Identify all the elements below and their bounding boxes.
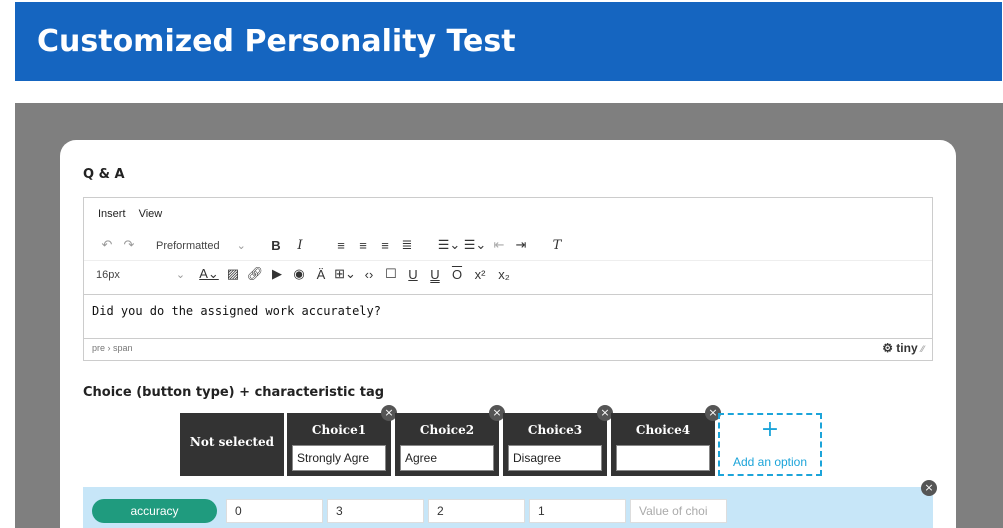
page-title: Customized Personality Test <box>37 24 516 59</box>
choice-section-label: Choice (button type) + characteristic ta… <box>83 385 385 400</box>
rich-text-editor: Insert View ↶ ↷ Preformatted ⌄ B I ≡ ≡ ≡… <box>83 197 933 361</box>
close-icon: × <box>600 406 610 419</box>
align-right-icon[interactable]: ≡ <box>374 238 396 253</box>
choice-value-input[interactable]: Agree <box>400 445 494 471</box>
toolbar-row-1: ↶ ↷ Preformatted ⌄ B I ≡ ≡ ≡ ≣ ☰⌄ ☰⌄ ⇤ ⇥… <box>84 232 932 258</box>
font-size-select[interactable]: 16px ⌄ <box>96 268 196 281</box>
tag-value-input[interactable]: 3 <box>327 499 424 523</box>
choice-3[interactable]: Choice3 Disagree <box>503 413 607 476</box>
choice-name: Choice1 <box>311 423 367 437</box>
resize-handle-icon[interactable]: ⁄⁄ <box>921 344 924 354</box>
editor-content[interactable]: Did you do the assigned work accurately? <box>92 304 381 318</box>
toolbar-row-2: 16px ⌄ A⌄ ▨ 🔗︎ ▶ ◉ Ä ⊞⌄ ‹› ☐ U U O x² x₂ <box>84 261 932 287</box>
tag-value-input[interactable]: 1 <box>529 499 626 523</box>
close-icon: × <box>924 481 934 494</box>
media-icon[interactable]: ▶ <box>266 266 288 282</box>
tiny-logo[interactable]: ⚙ tiny ⁄⁄ <box>882 341 924 355</box>
font-size-value: 16px <box>96 268 120 281</box>
bullet-list-icon[interactable]: ☰⌄ <box>436 237 462 253</box>
tiny-logo-text: tiny <box>896 341 918 355</box>
remove-tag-row-button[interactable]: × <box>921 480 937 496</box>
choice-2[interactable]: Choice2 Agree <box>395 413 499 476</box>
tag-value-input[interactable]: 0 <box>226 499 323 523</box>
format-select-value: Preformatted <box>156 239 220 252</box>
underline-icon[interactable]: U <box>402 267 424 282</box>
chevron-down-icon: ⌄ <box>175 268 186 281</box>
close-icon: × <box>492 406 502 419</box>
align-left-icon[interactable]: ≡ <box>330 238 352 253</box>
indent-icon[interactable]: ⇥ <box>510 237 532 253</box>
tag-value-input[interactable]: 2 <box>428 499 525 523</box>
choice-1[interactable]: Choice1 Strongly Agre <box>287 413 391 476</box>
qa-label: Q & A <box>83 167 125 182</box>
close-icon: × <box>384 406 394 419</box>
choice-value-input[interactable]: Disagree <box>508 445 602 471</box>
double-underline-icon[interactable]: U <box>424 267 446 282</box>
link-icon[interactable]: 🔗︎ <box>244 266 266 282</box>
text-color-icon[interactable]: A⌄ <box>196 266 222 282</box>
chevron-down-icon: ⌄ <box>236 239 246 252</box>
choice-4[interactable]: Choice4 <box>611 413 715 476</box>
image-icon[interactable]: ▨ <box>222 266 244 282</box>
italic-icon[interactable]: I <box>288 238 312 253</box>
undo-icon[interactable]: ↶ <box>96 237 118 253</box>
characteristic-tag-row: accuracy 0 3 2 1 Value of choi <box>83 487 933 528</box>
tag-value-placeholder-input[interactable]: Value of choi <box>630 499 727 523</box>
preview-icon[interactable]: ◉ <box>288 266 310 282</box>
spellcheck-icon[interactable]: Ä <box>310 267 332 282</box>
choice-name: Choice4 <box>635 423 691 437</box>
characteristic-tag[interactable]: accuracy <box>92 499 217 523</box>
bold-icon[interactable]: B <box>264 238 288 253</box>
add-option-button[interactable]: + Add an option <box>718 413 822 476</box>
choice-name: Not selected <box>189 435 275 449</box>
box-icon[interactable]: ☐ <box>380 266 402 282</box>
close-icon: × <box>708 406 718 419</box>
choice-value-input[interactable]: Strongly Agre <box>292 445 386 471</box>
overline-icon[interactable]: O <box>446 267 468 282</box>
tiny-logo-icon: ⚙ <box>882 341 893 355</box>
add-option-label: Add an option <box>732 455 808 469</box>
choice-not-selected[interactable]: Not selected <box>180 413 284 476</box>
menu-insert[interactable]: Insert <box>98 208 126 220</box>
choice-name: Choice2 <box>419 423 475 437</box>
subscript-icon[interactable]: x₂ <box>492 267 516 282</box>
align-justify-icon[interactable]: ≣ <box>396 237 418 253</box>
outdent-icon[interactable]: ⇤ <box>488 237 510 253</box>
table-icon[interactable]: ⊞⌄ <box>332 266 358 282</box>
page-header: Customized Personality Test <box>15 2 1002 81</box>
choice-name: Choice3 <box>527 423 583 437</box>
code-icon[interactable]: ‹› <box>358 267 380 282</box>
status-divider <box>84 338 932 339</box>
content-divider <box>84 294 932 295</box>
element-path[interactable]: pre › span <box>92 343 133 353</box>
choice-value-input[interactable] <box>616 445 710 471</box>
clear-formatting-icon[interactable]: T <box>546 238 568 253</box>
format-select[interactable]: Preformatted ⌄ <box>156 239 252 252</box>
align-center-icon[interactable]: ≡ <box>352 238 374 253</box>
menu-view[interactable]: View <box>139 208 163 220</box>
editor-menubar: Insert View <box>98 208 172 220</box>
numbered-list-icon[interactable]: ☰⌄ <box>462 237 488 253</box>
plus-icon: + <box>760 417 780 442</box>
superscript-icon[interactable]: x² <box>468 267 492 282</box>
redo-icon[interactable]: ↷ <box>118 237 140 253</box>
